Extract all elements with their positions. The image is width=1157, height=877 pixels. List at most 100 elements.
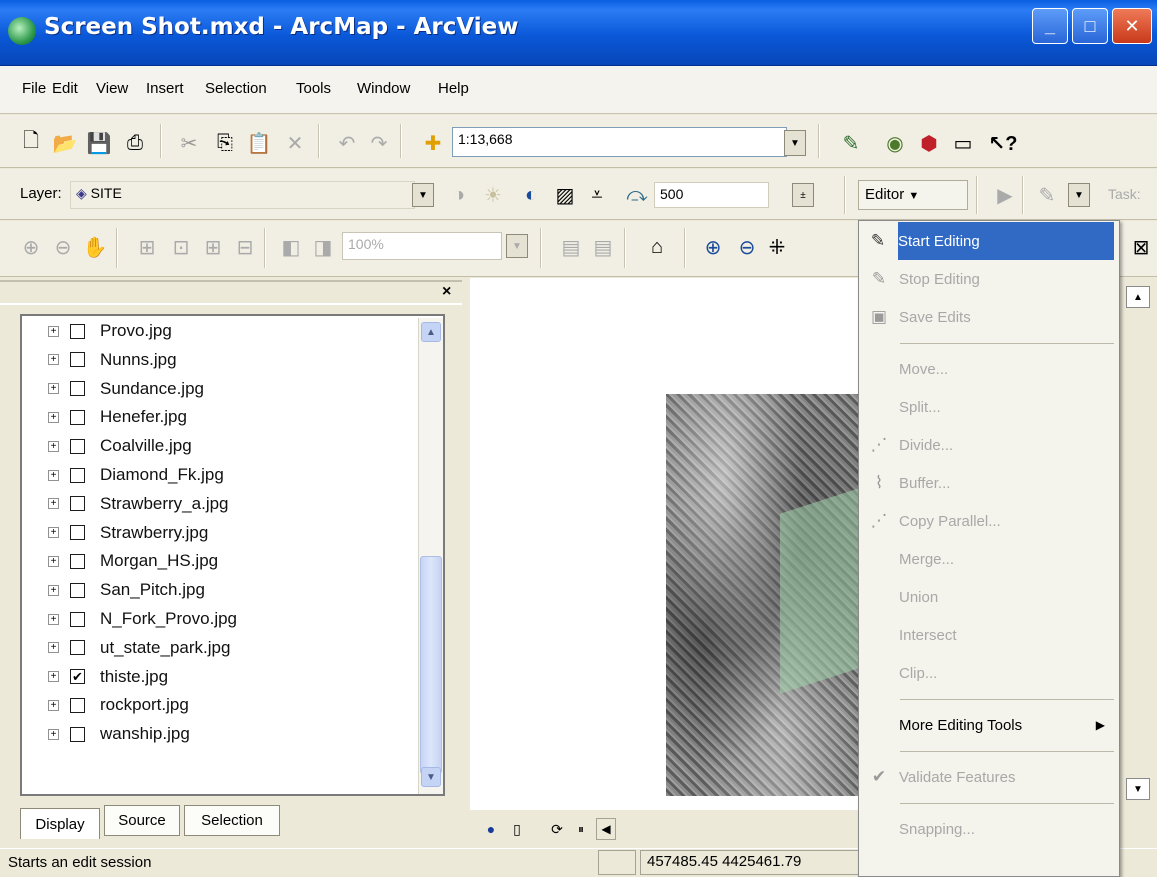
layer-row[interactable]: + N_Fork_Provo.jpg bbox=[48, 607, 237, 631]
layer-row[interactable]: + Sundance.jpg bbox=[48, 377, 204, 401]
layer-visibility-checkbox[interactable] bbox=[70, 726, 85, 742]
layer-row[interactable]: + Provo.jpg bbox=[48, 319, 172, 343]
toc-close-icon[interactable]: × bbox=[442, 283, 451, 301]
menu-item-copy-parallel[interactable]: ⋰ Copy Parallel... bbox=[859, 502, 1119, 540]
refresh-view-icon[interactable]: ⟳ bbox=[544, 816, 570, 842]
menu-window[interactable]: Window bbox=[357, 80, 410, 97]
layer-visibility-checkbox[interactable]: ✔ bbox=[70, 669, 85, 685]
layer-row[interactable]: + San_Pitch.jpg bbox=[48, 578, 205, 602]
layer-visibility-checkbox[interactable] bbox=[70, 611, 85, 627]
layer-row[interactable]: + wanship.jpg bbox=[48, 722, 190, 746]
focus-data-frame-icon[interactable]: ▤ bbox=[590, 234, 616, 260]
menu-item-union[interactable]: Union bbox=[859, 578, 1119, 616]
layer-visibility-checkbox[interactable] bbox=[70, 582, 85, 598]
minimize-button[interactable]: _ bbox=[1032, 8, 1068, 44]
layer-row[interactable]: + Nunns.jpg bbox=[48, 348, 177, 372]
layer-visibility-checkbox[interactable] bbox=[70, 697, 85, 713]
close-button[interactable]: ✕ bbox=[1112, 8, 1152, 44]
menu-item-snapping[interactable]: Snapping... bbox=[859, 810, 1119, 848]
zoom-out-icon[interactable]: ⊖ bbox=[734, 234, 760, 260]
layer-row[interactable]: + Henefer.jpg bbox=[48, 405, 187, 429]
redo-icon[interactable]: ↷ bbox=[366, 130, 392, 156]
zoom-100-icon[interactable]: ⊡ bbox=[168, 234, 194, 260]
scroll-up-icon[interactable]: ▲ bbox=[421, 322, 441, 342]
layer-select[interactable]: ◈ SITE bbox=[70, 181, 415, 209]
fixed-zoom-icon[interactable]: ⁜ bbox=[764, 234, 790, 260]
layer-visibility-checkbox[interactable] bbox=[70, 496, 85, 512]
expand-icon[interactable]: + bbox=[48, 325, 59, 337]
brightness-icon[interactable]: ☀ bbox=[480, 182, 506, 208]
layer-row[interactable]: + ut_state_park.jpg bbox=[48, 636, 230, 660]
swipe-layer-icon[interactable]: ▨ bbox=[552, 182, 578, 208]
layer-visibility-checkbox[interactable] bbox=[70, 525, 85, 541]
menu-item-save-edits[interactable]: ▣ Save Edits bbox=[859, 298, 1119, 336]
layer-visibility-checkbox[interactable] bbox=[70, 553, 85, 569]
scale-input[interactable]: 1:13,668 bbox=[452, 127, 787, 157]
scroll-down-icon[interactable]: ▼ bbox=[421, 767, 441, 787]
expand-icon[interactable]: + bbox=[48, 498, 59, 510]
expand-icon[interactable]: + bbox=[48, 555, 59, 567]
layer-visibility-checkbox[interactable] bbox=[70, 438, 85, 454]
menu-tools[interactable]: Tools bbox=[296, 80, 331, 97]
layer-visibility-checkbox[interactable] bbox=[70, 352, 85, 368]
zoom-in-icon[interactable]: ⊕ bbox=[700, 234, 726, 260]
expand-icon[interactable]: + bbox=[48, 354, 59, 366]
menu-view[interactable]: View bbox=[96, 80, 128, 97]
new-document-icon[interactable]: 🗋 bbox=[18, 130, 44, 156]
menu-item-merge[interactable]: Merge... bbox=[859, 540, 1119, 578]
copy-icon[interactable]: ⎘ bbox=[212, 130, 238, 156]
tab-selection[interactable]: Selection bbox=[184, 805, 280, 836]
cut-icon[interactable]: ✂ bbox=[176, 130, 202, 156]
expand-icon[interactable]: + bbox=[48, 440, 59, 452]
menu-file[interactable]: File bbox=[22, 80, 46, 97]
menu-insert[interactable]: Insert bbox=[146, 80, 184, 97]
layer-row[interactable]: + Strawberry.jpg bbox=[48, 521, 208, 545]
menu-edit[interactable]: Edit bbox=[52, 80, 78, 97]
sketch-tool-dropdown[interactable]: ▼ bbox=[1068, 183, 1090, 207]
layer-row[interactable]: + ✔ thiste.jpg bbox=[48, 665, 168, 689]
flicker-rate-input[interactable]: 500 bbox=[654, 182, 769, 208]
data-view-icon[interactable]: ● bbox=[478, 816, 504, 842]
menu-selection[interactable]: Selection bbox=[205, 80, 267, 97]
zoom-whole-page-icon[interactable]: ⊞ bbox=[134, 234, 160, 260]
layout-view-icon[interactable]: ▯ bbox=[504, 816, 530, 842]
layer-dropdown-arrow[interactable]: ▼ bbox=[412, 183, 434, 207]
layer-visibility-checkbox[interactable] bbox=[70, 409, 85, 425]
scroll-down-icon[interactable]: ▼ bbox=[1126, 778, 1150, 800]
zoom-in-layout-icon[interactable]: ⊕ bbox=[18, 234, 44, 260]
menu-item-validate-features[interactable]: ✔ Validate Features bbox=[859, 758, 1119, 796]
transparency-icon[interactable]: ◐ bbox=[518, 182, 544, 208]
sketch-tool-icon[interactable]: ✎ bbox=[1034, 182, 1060, 208]
command-line-icon[interactable]: ▭ bbox=[950, 130, 976, 156]
whats-this-help-icon[interactable]: ↖? bbox=[989, 130, 1018, 156]
scroll-left-icon[interactable]: ◀ bbox=[596, 818, 616, 840]
flicker-icon[interactable]: ⩡ bbox=[584, 182, 610, 208]
zoom-out-layout-icon[interactable]: ⊖ bbox=[50, 234, 76, 260]
layer-visibility-checkbox[interactable] bbox=[70, 323, 85, 339]
menu-item-clip[interactable]: Clip... bbox=[859, 654, 1119, 692]
edit-tool-icon[interactable]: ▶ bbox=[992, 182, 1018, 208]
expand-icon[interactable]: + bbox=[48, 699, 59, 711]
toggle-draft-icon[interactable]: ▤ bbox=[558, 234, 584, 260]
expand-icon[interactable]: + bbox=[48, 728, 59, 740]
layer-row[interactable]: + Strawberry_a.jpg bbox=[48, 492, 229, 516]
menu-item-stop-editing[interactable]: ✎ Stop Editing bbox=[859, 260, 1119, 298]
menu-item-more-editing-tools[interactable]: More Editing Tools ▶ bbox=[859, 706, 1119, 744]
expand-icon[interactable]: + bbox=[48, 383, 59, 395]
layer-visibility-checkbox[interactable] bbox=[70, 467, 85, 483]
previous-extent-icon[interactable]: ◧ bbox=[278, 234, 304, 260]
menu-item-divide[interactable]: ⋰ Divide... bbox=[859, 426, 1119, 464]
scale-dropdown-arrow[interactable]: ▼ bbox=[784, 130, 806, 156]
toc-scroll-thumb[interactable] bbox=[420, 556, 442, 774]
expand-icon[interactable]: + bbox=[48, 613, 59, 625]
menu-item-buffer[interactable]: ⌇ Buffer... bbox=[859, 464, 1119, 502]
paste-icon[interactable]: 📋 bbox=[246, 130, 272, 156]
expand-icon[interactable]: + bbox=[48, 642, 59, 654]
editor-menu-button[interactable]: Editor ▼ bbox=[858, 180, 968, 210]
flicker-rate-spinner[interactable]: ± bbox=[792, 183, 814, 207]
open-folder-icon[interactable]: 📂 bbox=[52, 130, 78, 156]
scroll-up-icon[interactable]: ▲ bbox=[1126, 286, 1150, 308]
menu-item-split[interactable]: Split... bbox=[859, 388, 1119, 426]
pan-layout-icon[interactable]: ✋ bbox=[82, 234, 108, 260]
expand-icon[interactable]: + bbox=[48, 584, 59, 596]
